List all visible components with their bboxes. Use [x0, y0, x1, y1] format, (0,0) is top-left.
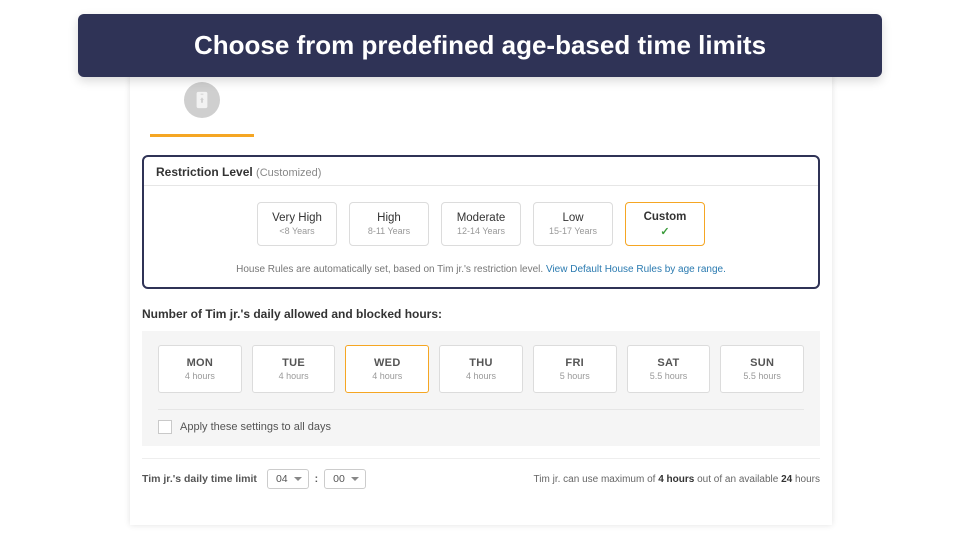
time-limit-info: Tim jr. can use maximum of 4 hours out o…	[534, 474, 820, 485]
settings-panel: Restriction Level (Customized) Very High…	[130, 70, 832, 525]
level-low[interactable]: Low 15-17 Years	[533, 202, 613, 246]
level-subtext: <8 Years	[279, 226, 314, 236]
tab-underline	[150, 134, 254, 137]
day-hours: 4 hours	[279, 371, 309, 381]
level-name: High	[377, 212, 401, 224]
day-hours: 4 hours	[185, 371, 215, 381]
day-hours: 5.5 hours	[743, 371, 781, 381]
day-thu[interactable]: THU 4 hours	[439, 345, 523, 393]
minutes-select[interactable]: 00	[324, 469, 366, 489]
day-label: WED	[374, 357, 401, 369]
level-subtext: 8-11 Years	[368, 226, 410, 236]
phone-icon	[184, 82, 220, 118]
level-name: Very High	[272, 212, 322, 224]
day-wed[interactable]: WED 4 hours	[345, 345, 429, 393]
house-rules-link[interactable]: View Default House Rules by age range.	[546, 264, 726, 275]
level-name: Custom	[644, 211, 687, 223]
time-limit-label: Tim jr.'s daily time limit	[142, 473, 257, 485]
level-subtext: 15-17 Years	[549, 226, 597, 236]
days-panel: MON 4 hours TUE 4 hours WED 4 hours THU 4 hours…	[142, 331, 820, 446]
restriction-levels: Very High <8 Years High 8-11 Years Moderate 1…	[156, 202, 806, 246]
day-label: MON	[187, 357, 214, 369]
level-name: Low	[562, 212, 583, 224]
level-moderate[interactable]: Moderate 12-14 Years	[441, 202, 521, 246]
hours-select[interactable]: 04	[267, 469, 309, 489]
day-fri[interactable]: FRI 5 hours	[533, 345, 617, 393]
active-tab[interactable]	[150, 82, 254, 137]
day-hours: 4 hours	[466, 371, 496, 381]
day-label: THU	[469, 357, 493, 369]
level-very-high[interactable]: Very High <8 Years	[257, 202, 337, 246]
restriction-level-section: Restriction Level (Customized) Very High…	[142, 155, 820, 289]
day-sat[interactable]: SAT 5.5 hours	[627, 345, 711, 393]
level-subtext: 12-14 Years	[457, 226, 505, 236]
day-label: SAT	[657, 357, 679, 369]
day-label: FRI	[565, 357, 584, 369]
day-selector: MON 4 hours TUE 4 hours WED 4 hours THU 4 hours…	[158, 345, 804, 393]
time-limit-row: Tim jr.'s daily time limit 04 : 00 Tim j…	[142, 458, 820, 489]
restriction-level-label: Restriction Level (Customized)	[156, 165, 806, 179]
day-tue[interactable]: TUE 4 hours	[252, 345, 336, 393]
apply-all-row: Apply these settings to all days	[158, 409, 804, 434]
day-sun[interactable]: SUN 5.5 hours	[720, 345, 804, 393]
day-mon[interactable]: MON 4 hours	[158, 345, 242, 393]
check-icon: ✓	[660, 225, 669, 238]
divider	[144, 185, 818, 186]
day-hours: 5.5 hours	[650, 371, 688, 381]
house-rules-note: House Rules are automatically set, based…	[156, 264, 806, 275]
level-custom[interactable]: Custom ✓	[625, 202, 705, 246]
time-colon: :	[315, 473, 319, 485]
apply-all-label: Apply these settings to all days	[180, 421, 331, 433]
level-high[interactable]: High 8-11 Years	[349, 202, 429, 246]
headline-banner: Choose from predefined age-based time li…	[78, 14, 882, 77]
day-label: TUE	[282, 357, 305, 369]
day-label: SUN	[750, 357, 774, 369]
apply-all-checkbox[interactable]	[158, 420, 172, 434]
day-hours: 5 hours	[560, 371, 590, 381]
level-name: Moderate	[457, 212, 506, 224]
daily-hours-title: Number of Tim jr.'s daily allowed and bl…	[142, 307, 820, 321]
day-hours: 4 hours	[372, 371, 402, 381]
